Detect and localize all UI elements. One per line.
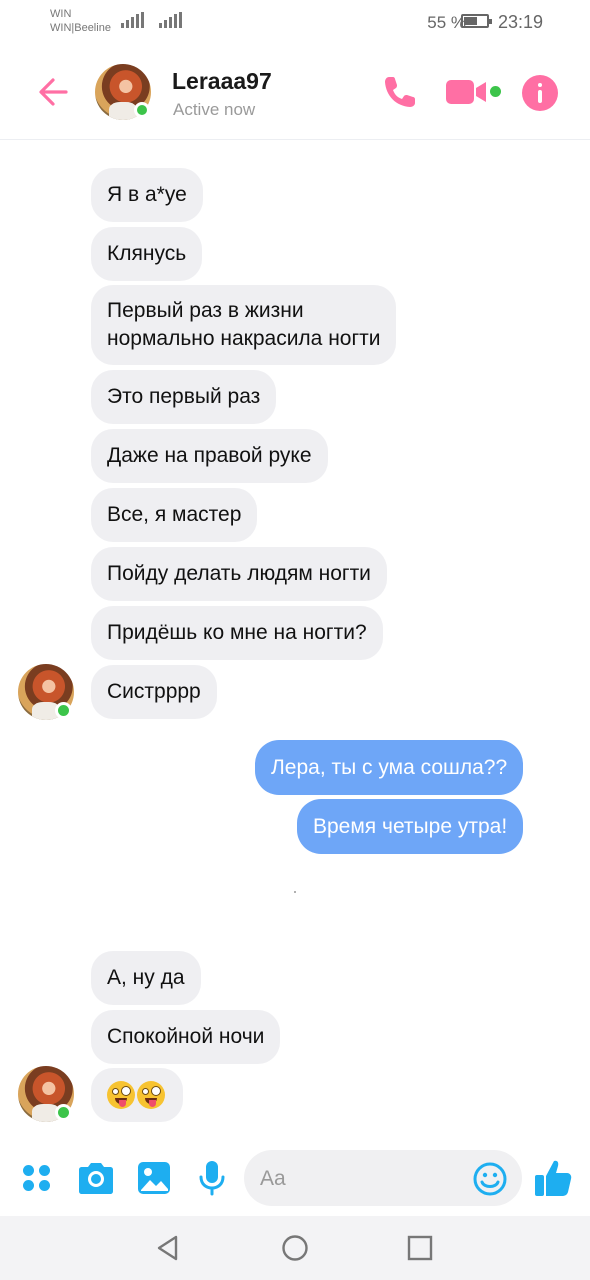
message-text: Спокойной ночи bbox=[107, 1025, 265, 1048]
message-incoming[interactable]: А, ну да bbox=[91, 951, 201, 1005]
online-indicator bbox=[55, 702, 72, 719]
message-outgoing[interactable]: Время четыре утра! bbox=[297, 799, 524, 854]
message-incoming[interactable]: Даже на правой руке bbox=[91, 429, 328, 483]
message-text: Лера, ты с ума сошла?? bbox=[271, 755, 508, 779]
thumbs-up-icon[interactable] bbox=[532, 1157, 574, 1199]
message-incoming[interactable]: Придёшь ко мне на ногти? bbox=[91, 606, 383, 660]
mic-icon[interactable] bbox=[192, 1158, 232, 1198]
carrier-info: WIN WIN|Beeline bbox=[50, 7, 111, 35]
message-outgoing[interactable]: Лера, ты с ума сошла?? bbox=[255, 740, 524, 795]
nav-recents-icon[interactable] bbox=[406, 1234, 434, 1262]
chat-header: Leraaa97 Active now bbox=[0, 44, 590, 140]
battery-icon bbox=[461, 14, 492, 28]
zany-face-emoji bbox=[137, 1081, 165, 1109]
nav-home-icon[interactable] bbox=[281, 1234, 309, 1262]
video-camera-icon[interactable] bbox=[444, 76, 492, 108]
message-incoming[interactable]: Систрррр bbox=[91, 665, 217, 719]
phone-icon[interactable] bbox=[380, 72, 420, 112]
message-input-placeholder: Aa bbox=[260, 1167, 286, 1190]
camera-icon[interactable] bbox=[76, 1158, 116, 1198]
message-text-line: нормально накрасила ногти bbox=[107, 327, 381, 350]
divider-dot bbox=[294, 891, 296, 893]
carrier-line-2: WIN|Beeline bbox=[50, 22, 111, 34]
message-text: Я в а*уе bbox=[107, 183, 187, 206]
message-incoming[interactable]: Спокойной ночи bbox=[91, 1010, 281, 1064]
message-text: Даже на правой руке bbox=[107, 444, 312, 467]
status-bar: WIN WIN|Beeline 55 % 23:19 bbox=[0, 0, 590, 44]
info-icon[interactable] bbox=[522, 75, 558, 111]
image-icon[interactable] bbox=[134, 1158, 174, 1198]
message-text: Клянусь bbox=[107, 242, 187, 265]
signal-icon bbox=[121, 12, 144, 28]
message-composer: Aa bbox=[0, 1140, 590, 1216]
contact-name[interactable]: Leraaa97 bbox=[172, 68, 272, 95]
arrow-left-icon[interactable] bbox=[36, 72, 76, 112]
message-text: Пойду делать людям ногти bbox=[107, 562, 371, 585]
message-incoming[interactable]: Первый раз в жизни нормально накрасила н… bbox=[91, 285, 397, 365]
online-indicator bbox=[134, 102, 150, 118]
clock: 23:19 bbox=[498, 12, 544, 32]
menu-icon[interactable] bbox=[20, 1158, 60, 1198]
zany-face-emoji bbox=[107, 1081, 135, 1109]
emoji-icon[interactable] bbox=[473, 1162, 507, 1196]
message-incoming[interactable]: Я в а*уе bbox=[91, 168, 203, 222]
android-nav-bar bbox=[0, 1216, 590, 1280]
contact-status: Active now bbox=[173, 100, 256, 119]
message-incoming[interactable]: Все, я мастер bbox=[91, 488, 258, 542]
message-text: Систрррр bbox=[107, 680, 201, 703]
message-text-line: Первый раз в жизни bbox=[107, 299, 304, 322]
online-indicator bbox=[55, 1104, 72, 1121]
message-input[interactable]: Aa bbox=[244, 1150, 522, 1206]
signal-icon-2 bbox=[159, 12, 182, 28]
message-incoming-emoji[interactable] bbox=[91, 1068, 183, 1122]
message-text: Все, я мастер bbox=[107, 503, 242, 526]
message-incoming[interactable]: Пойду делать людям ногти bbox=[91, 547, 387, 601]
message-text: Это первый раз bbox=[107, 385, 261, 408]
message-text: А, ну да bbox=[107, 966, 185, 989]
video-online-dot bbox=[490, 86, 501, 97]
nav-back-icon[interactable] bbox=[154, 1234, 182, 1262]
message-incoming[interactable]: Клянусь bbox=[91, 227, 203, 281]
message-incoming[interactable]: Это первый раз bbox=[91, 370, 277, 424]
carrier-line-1: WIN bbox=[50, 8, 72, 20]
message-text: Придёшь ко мне на ногти? bbox=[107, 621, 367, 644]
message-text: Время четыре утра! bbox=[313, 814, 508, 838]
